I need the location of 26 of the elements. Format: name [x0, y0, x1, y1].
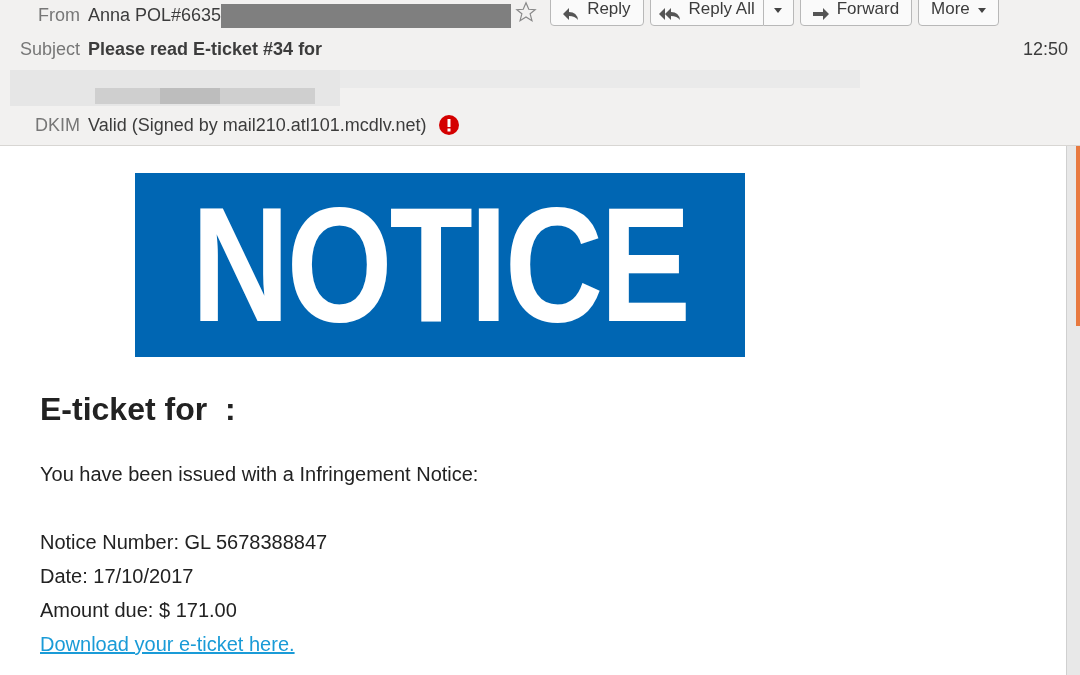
toolbar-button[interactable]: Forward — [799, 0, 913, 26]
reply-all-button[interactable]: Reply All — [649, 0, 764, 26]
reply-all-icon — [658, 7, 681, 21]
reply-icon — [563, 7, 580, 21]
sender-name: Anna POL#6635 — [88, 4, 222, 27]
dropdown-button[interactable] — [763, 0, 794, 26]
subject-text: Please read E-ticket #34 for — [88, 37, 323, 61]
message-time: 12:50 — [1022, 37, 1068, 61]
from-label: From — [37, 4, 80, 27]
subject-label: Subject — [18, 37, 80, 61]
arrow-icon — [812, 7, 829, 21]
notice-banner: NOTICE — [135, 173, 745, 357]
toolbar-button[interactable]: Reply — [550, 0, 644, 26]
detail-line: Notice Number: GL 5678388847 — [40, 530, 329, 555]
star-icon[interactable] — [515, 1, 538, 23]
intro-text: You have been issued with a Infringement Notice: — [40, 462, 480, 487]
caret-icon — [774, 7, 783, 13]
dkim-status: Valid (Signed by mail210.atl101.mcdlv.net) — [88, 113, 427, 137]
dkim-label: DKIM — [34, 113, 80, 137]
more-button[interactable]: More — [918, 0, 999, 26]
detail-line: Amount due: $ 171.00 — [40, 598, 238, 623]
caret-icon — [977, 8, 986, 13]
email-heading: E-ticket for : — [40, 390, 237, 429]
scrollbar-thumb[interactable] — [1076, 146, 1080, 326]
scrollbar[interactable] — [1066, 146, 1080, 675]
detail-line: Date: 17/10/2017 — [40, 564, 195, 589]
